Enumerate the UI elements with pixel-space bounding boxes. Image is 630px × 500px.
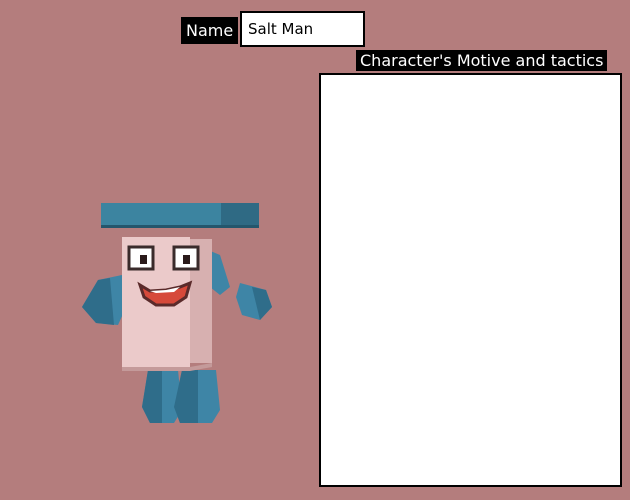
motive-label: Character's Motive and tactics [356,50,608,71]
salt-shaker-character-icon [82,203,272,423]
legs [142,370,220,423]
shaker-cap [101,203,259,228]
motive-textarea[interactable] [319,73,622,487]
name-input[interactable] [240,11,365,47]
right-arm [208,250,272,320]
name-label: Name [181,17,239,44]
